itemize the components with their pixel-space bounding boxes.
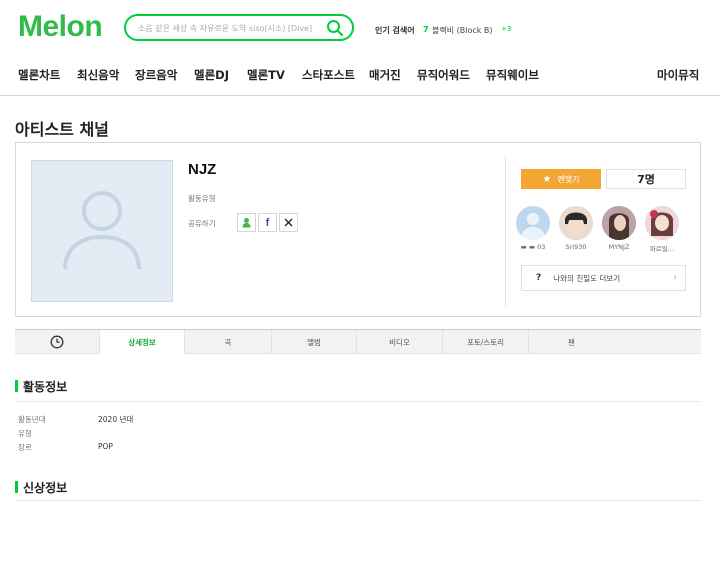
info-label: 유형: [18, 429, 32, 438]
hot-keyword-label: 인기 검색어: [375, 26, 415, 35]
x-icon[interactable]: [279, 213, 298, 232]
profile-section-title: 신상정보: [23, 481, 68, 495]
fan-button-label: 팬맺기: [557, 174, 580, 184]
fan-name: ▬ ▬ 03: [520, 243, 546, 251]
fan-name: Sri930: [565, 243, 587, 251]
info-label: 활동년대: [18, 415, 46, 424]
affinity-more-button[interactable]: ? 나와의 친밀도 더보기 ›: [521, 265, 686, 291]
tab-photo-story[interactable]: 포토/스토리: [443, 330, 529, 354]
nav-new-music[interactable]: 최신음악: [77, 67, 119, 83]
info-value: POP: [98, 442, 113, 451]
fan-name: MYNJZ: [608, 243, 630, 251]
page-title: 아티스트 채널: [15, 120, 109, 139]
nav-my-music[interactable]: 마이뮤직: [657, 67, 699, 83]
fan-avatar[interactable]: [602, 206, 636, 240]
info-label: 장르: [18, 443, 32, 452]
user-silhouette-icon: [63, 191, 141, 270]
nav-music-award[interactable]: 뮤직어워드: [417, 67, 470, 83]
nav-genre[interactable]: 장르음악: [135, 67, 177, 83]
activity-section-title: 활동정보: [23, 380, 68, 394]
nav-melon-tv[interactable]: 멜론TV: [247, 67, 285, 83]
nav-music-wave[interactable]: 뮤직웨이브: [486, 67, 539, 83]
activity-type-label: 활동유형: [188, 194, 216, 203]
fan-button[interactable]: ★ 팬맺기: [521, 169, 601, 189]
hot-keyword-change: +3: [501, 25, 512, 33]
user-photo-icon: [602, 206, 636, 240]
tab-songs[interactable]: 곡: [185, 330, 272, 354]
search-box: [124, 14, 354, 41]
default-avatar-icon: [521, 213, 545, 240]
section-marker: [15, 481, 18, 493]
global-nav: 멜론차트 최신음악 장르음악 멜론DJ 멜론TV 스타포스트 매거진 뮤직어워드…: [18, 67, 702, 85]
section-divider: [15, 500, 701, 501]
nav-starpost[interactable]: 스타포스트: [302, 67, 355, 83]
artist-name: NJZ: [188, 161, 217, 178]
tab-detail[interactable]: 상세정보: [100, 330, 185, 354]
user-photo-icon: [645, 206, 679, 240]
hot-keyword-rank: 7: [423, 25, 429, 34]
tab-videos[interactable]: 비디오: [357, 330, 443, 354]
tab-fans[interactable]: 팬: [529, 330, 614, 354]
fan-count: 7명: [606, 169, 686, 189]
nav-melon-dj[interactable]: 멜론DJ: [194, 67, 229, 83]
artist-tabs: 상세정보 곡 앨범 비디오 포토/스토리 팬: [15, 329, 701, 354]
affinity-label: 나와의 친밀도 더보기: [553, 273, 621, 283]
fan-avatar[interactable]: [645, 206, 679, 240]
facebook-icon[interactable]: f: [258, 213, 277, 232]
clock-icon: [50, 335, 64, 349]
chevron-right-icon: ›: [673, 273, 677, 283]
star-icon: ★: [542, 173, 552, 185]
tab-albums[interactable]: 앨범: [272, 330, 357, 354]
nav-magazine[interactable]: 매거진: [369, 67, 401, 83]
info-value: 2020 년대: [98, 415, 134, 424]
user-photo-icon: [559, 206, 593, 240]
question-icon: ?: [536, 273, 542, 283]
nav-chart[interactable]: 멜론차트: [18, 67, 60, 83]
melon-share-icon[interactable]: [237, 213, 256, 232]
section-divider: [15, 401, 701, 402]
hot-keyword-term[interactable]: 블랙비 (Block B): [432, 25, 493, 36]
artist-avatar-placeholder: [31, 160, 173, 302]
tab-history[interactable]: [15, 330, 100, 354]
melon-logo[interactable]: Melon: [18, 10, 103, 44]
section-marker: [15, 380, 18, 392]
fan-avatar[interactable]: [559, 206, 593, 240]
fan-name: 파르릴…: [649, 245, 675, 253]
search-icon[interactable]: [326, 19, 344, 37]
fan-avatar[interactable]: [516, 206, 550, 240]
search-input[interactable]: [136, 19, 330, 38]
share-label: 공유하기: [188, 219, 216, 228]
nav-divider: [0, 95, 720, 96]
card-divider: [505, 156, 506, 306]
